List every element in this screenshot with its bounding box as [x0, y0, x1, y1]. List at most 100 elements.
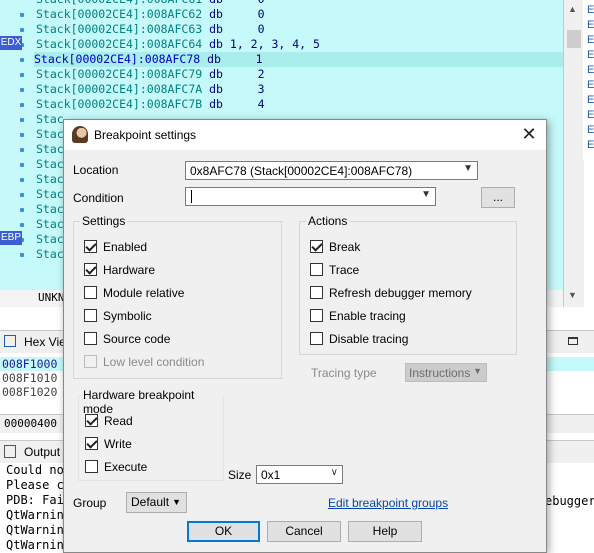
- disasm-operand: 1: [227, 52, 263, 66]
- output-line: QtWarnin: [6, 523, 64, 537]
- group-value: Default: [131, 495, 170, 509]
- breakpoint-dot-icon[interactable]: [20, 103, 24, 107]
- checkbox-box: [310, 263, 323, 276]
- breakpoint-dot-icon[interactable]: [20, 163, 24, 167]
- right-pane-letter: E: [587, 139, 594, 151]
- enable-tracing-label: Enable tracing: [329, 309, 406, 323]
- scroll-up-icon[interactable]: ▲: [568, 4, 577, 14]
- disasm-address: Stac: [36, 247, 64, 261]
- location-combo[interactable]: 0x8AFC78 (Stack[00002CE4]:008AFC78) ▼: [185, 161, 478, 180]
- disasm-line[interactable]: Stac: [36, 247, 64, 262]
- disasm-line[interactable]: Stac: [36, 112, 64, 127]
- disasm-address: Stack[00002CE4]:008AFC78: [34, 52, 201, 66]
- group-label: Group: [73, 496, 107, 510]
- disasm-line[interactable]: Stack[00002CE4]:008AFC62 db 0: [36, 7, 265, 22]
- low-level-condition-label: Low level condition: [103, 355, 205, 369]
- chevron-down-icon: ▼: [421, 189, 431, 200]
- disasm-mnemonic: db: [209, 97, 223, 111]
- breakpoint-dot-icon[interactable]: [20, 178, 24, 182]
- disasm-mnemonic: db: [209, 37, 223, 51]
- breakpoint-dot-icon[interactable]: [20, 13, 24, 17]
- breakpoint-dot-icon[interactable]: [20, 253, 24, 257]
- module-relative-label: Module relative: [103, 286, 185, 300]
- disasm-line[interactable]: Stack[00002CE4]:008AFC61 db 0: [36, 0, 265, 7]
- tracing-type-combo[interactable]: Instructions ▼: [405, 363, 487, 382]
- disasm-address: Stack[00002CE4]:008AFC7A: [36, 82, 203, 96]
- scroll-thumb[interactable]: [567, 30, 581, 48]
- condition-input[interactable]: ▼: [185, 187, 436, 206]
- hex-view-icon: [4, 335, 16, 347]
- disasm-line[interactable]: Stac: [36, 172, 64, 187]
- condition-edit-button[interactable]: ...: [481, 187, 515, 208]
- size-label: Size: [228, 468, 252, 482]
- chevron-down-icon: ▼: [473, 366, 482, 376]
- disasm-line[interactable]: Stac: [36, 142, 64, 157]
- disasm-line[interactable]: Stac: [36, 202, 64, 217]
- right-pane-letter: E: [587, 79, 594, 91]
- breakpoint-dot-icon[interactable]: [20, 208, 24, 212]
- disasm-line[interactable]: Stack[00002CE4]:008AFC63 db 0: [36, 22, 265, 37]
- cancel-button[interactable]: Cancel: [267, 521, 341, 542]
- breakpoint-dot-icon[interactable]: [20, 133, 24, 137]
- checkbox-box: [84, 309, 97, 322]
- maximize-icon[interactable]: [568, 337, 578, 345]
- output-title[interactable]: Output: [24, 445, 60, 459]
- symbolic-label: Symbolic: [103, 309, 152, 323]
- disasm-line[interactable]: Stac: [36, 232, 64, 247]
- disasm-line[interactable]: Stack[00002CE4]:008AFC64 db 1, 2, 3, 4, …: [36, 37, 320, 52]
- disasm-line[interactable]: Stac: [36, 157, 64, 172]
- disasm-line[interactable]: Stack[00002CE4]:008AFC79 db 2: [36, 67, 265, 82]
- hardware-mode-group: Hardware breakpoint mode Read Write Execut…: [78, 388, 224, 481]
- right-pane-letter: E: [587, 64, 594, 76]
- app-icon: [72, 126, 88, 143]
- settings-group-title: Settings: [80, 214, 128, 228]
- dialog-titlebar[interactable]: Breakpoint settings ✕: [64, 120, 546, 150]
- size-value: 0x1: [261, 468, 281, 482]
- checkmark-icon: [310, 240, 323, 253]
- disasm-address: Stack[00002CE4]:008AFC7B: [36, 97, 203, 111]
- hex-row-address: 008F1020: [2, 385, 58, 399]
- disasm-address: Stac: [36, 202, 64, 216]
- close-icon[interactable]: ✕: [512, 120, 546, 150]
- disasm-mnemonic: db: [209, 0, 223, 6]
- actions-group: Actions Break Trace Refresh debugger memor…: [299, 214, 517, 355]
- disasm-mnemonic: db: [209, 67, 223, 81]
- breakpoint-dot-icon[interactable]: [20, 58, 24, 62]
- right-pane-letter: E: [587, 19, 594, 31]
- size-combo[interactable]: 0x1 ∨: [256, 465, 343, 484]
- refresh-debugger-memory-label: Refresh debugger memory: [329, 286, 472, 300]
- checkbox-box: [84, 286, 97, 299]
- scroll-down-icon[interactable]: ▼: [568, 290, 577, 300]
- breakpoint-dot-icon[interactable]: [20, 223, 24, 227]
- disasm-line[interactable]: Stac: [36, 217, 64, 232]
- right-pane-letter: E: [587, 4, 594, 16]
- breakpoint-dot-icon[interactable]: [20, 28, 24, 32]
- checkmark-icon: [84, 263, 97, 276]
- breakpoint-dot-icon[interactable]: [20, 193, 24, 197]
- group-combo[interactable]: Default ▼: [126, 492, 187, 513]
- disasm-line[interactable]: Stac: [36, 127, 64, 142]
- hardware-label: Hardware: [103, 263, 156, 277]
- breakpoint-dot-icon[interactable]: [20, 73, 24, 77]
- help-button[interactable]: Help: [348, 521, 422, 542]
- checkbox-box: [310, 332, 323, 345]
- disasm-line[interactable]: Stack[00002CE4]:008AFC7A db 3: [36, 82, 265, 97]
- disasm-mnemonic: db: [209, 82, 223, 96]
- disasm-address: Stack[00002CE4]:008AFC62: [36, 7, 203, 21]
- disasm-address: Stac: [36, 157, 64, 171]
- disasm-line[interactable]: Stac: [36, 187, 64, 202]
- breakpoint-dot-icon[interactable]: [20, 148, 24, 152]
- execute-label: Execute: [104, 460, 148, 474]
- edit-breakpoint-groups-link[interactable]: Edit breakpoint groups: [328, 496, 448, 510]
- checkbox-box: [310, 286, 323, 299]
- disasm-line[interactable]: Stack[00002CE4]:008AFC7B db 4: [36, 97, 265, 112]
- breakpoint-dot-icon[interactable]: [20, 118, 24, 122]
- breakpoint-dot-icon[interactable]: [20, 88, 24, 92]
- checkmark-icon: [85, 437, 98, 450]
- tracing-type-label: Tracing type: [311, 366, 377, 380]
- disasm-mnemonic: db: [209, 7, 223, 21]
- disassembly-scrollbar[interactable]: ▲ ▼: [563, 0, 584, 307]
- condition-label: Condition: [73, 191, 124, 205]
- ok-button[interactable]: OK: [187, 521, 260, 542]
- disasm-line[interactable]: Stack[00002CE4]:008AFC78 db 1: [34, 52, 563, 67]
